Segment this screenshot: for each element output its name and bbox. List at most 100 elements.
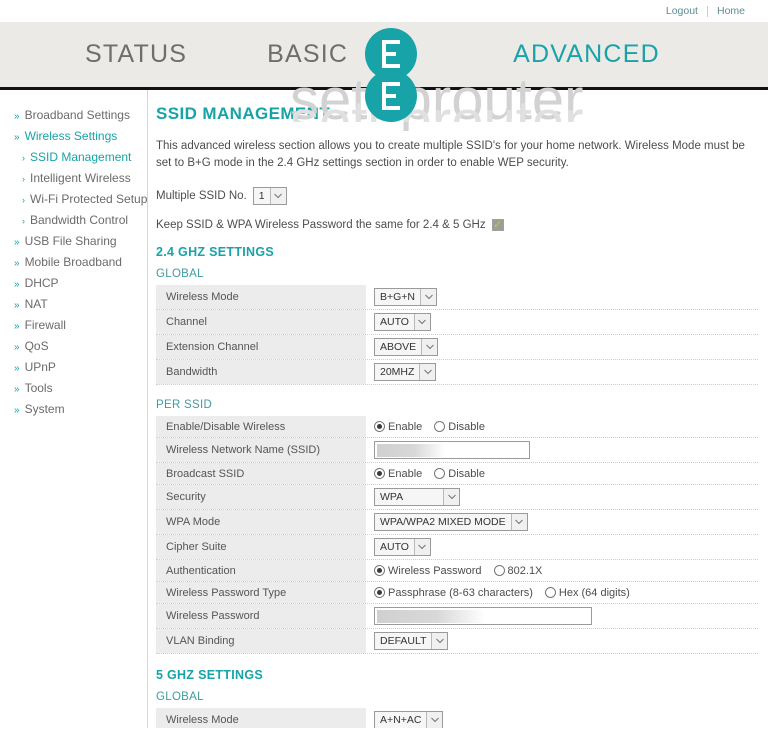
- sidebar-item-upnp[interactable]: » UPnP: [0, 356, 147, 377]
- option-label: Enable: [388, 467, 423, 480]
- multiple-ssid-select[interactable]: 1: [252, 187, 287, 206]
- authentication-option-wireless-password[interactable]: Wireless Password: [374, 565, 482, 577]
- channel-24-select[interactable]: AUTO: [374, 313, 431, 332]
- tab-basic[interactable]: BASIC: [267, 40, 348, 69]
- chevron-down-icon: [421, 339, 438, 356]
- sidebar-item-label: Intelligent Wireless: [30, 170, 131, 185]
- chevron-down-icon: [413, 539, 430, 556]
- row-label: Broadcast SSID: [156, 463, 366, 485]
- extension-channel-select[interactable]: ABOVE: [374, 338, 439, 357]
- sidebar-item-usb-file-sharing[interactable]: » USB File Sharing: [0, 230, 147, 251]
- redacted-value: [377, 444, 445, 458]
- bandwidth-value: 20MHZ: [375, 364, 420, 381]
- enable-wireless-option-enable[interactable]: Enable: [374, 421, 422, 433]
- password-type-option-hex[interactable]: Hex (64 digits): [544, 587, 630, 599]
- bandwidth-select[interactable]: 20MHZ: [374, 363, 437, 382]
- bullet-icon: »: [14, 299, 20, 311]
- table-row: Wireless Password: [156, 604, 758, 630]
- option-label: 802.1X: [507, 564, 543, 577]
- row-value: AUTO: [366, 535, 758, 559]
- table-row: Extension Channel ABOVE: [156, 335, 758, 361]
- bullet-icon: »: [14, 383, 20, 395]
- sidebar-item-intelligent-wireless[interactable]: › Intelligent Wireless: [0, 167, 147, 188]
- sidebar-item-label: Wireless Settings: [24, 128, 118, 143]
- wireless-password-input[interactable]: [374, 607, 592, 626]
- chevron-down-icon: [431, 633, 448, 650]
- sidebar-item-bandwidth-control[interactable]: › Bandwidth Control: [0, 209, 147, 230]
- tab-status[interactable]: STATUS: [85, 40, 187, 69]
- wpa-mode-value: WPA/WPA2 MIXED MODE: [375, 514, 511, 531]
- bullet-icon: »: [14, 131, 20, 143]
- vlan-binding-select[interactable]: DEFAULT: [374, 632, 449, 651]
- logout-link[interactable]: Logout: [657, 5, 707, 17]
- channel-24-value: AUTO: [375, 314, 414, 331]
- cipher-suite-select[interactable]: AUTO: [374, 538, 431, 557]
- row-value: Enable Disable: [366, 465, 758, 483]
- chevron-down-icon: [413, 314, 430, 331]
- sidebar-item-tools[interactable]: » Tools: [0, 377, 147, 398]
- top-utility-bar: Logout Home: [0, 0, 768, 22]
- sidebar-item-wireless-settings[interactable]: » Wireless Settings: [0, 125, 147, 146]
- sidebar-item-mobile-broadband[interactable]: » Mobile Broadband: [0, 251, 147, 272]
- sidebar-item-ssid-management[interactable]: › SSID Management: [0, 146, 147, 167]
- radio-icon: [374, 565, 385, 577]
- sidebar-item-label: Firewall: [24, 317, 66, 332]
- bullet-icon: »: [14, 320, 20, 332]
- bullet-icon: ›: [22, 152, 25, 163]
- row-value: WPA/WPA2 MIXED MODE: [366, 510, 758, 534]
- password-type-radio-group: Passphrase (8-63 characters) Hex (64 dig…: [374, 587, 642, 599]
- sidebar-item-nat[interactable]: » NAT: [0, 293, 147, 314]
- bullet-icon: »: [14, 278, 20, 290]
- keep-same-row: Keep SSID & WPA Wireless Password the sa…: [156, 218, 768, 232]
- authentication-radio-group: Wireless Password 802.1X: [374, 565, 554, 577]
- ssid-name-input[interactable]: [374, 441, 530, 460]
- enable-wireless-option-disable[interactable]: Disable: [434, 421, 485, 433]
- table-row: VLAN Binding DEFAULT: [156, 629, 758, 655]
- tab-advanced[interactable]: ADVANCED: [513, 40, 660, 69]
- sidebar-item-dhcp[interactable]: » DHCP: [0, 272, 147, 293]
- chevron-down-icon: [510, 514, 527, 531]
- sidebar-item-firewall[interactable]: » Firewall: [0, 314, 147, 335]
- bullet-icon: »: [14, 341, 20, 353]
- broadcast-ssid-option-disable[interactable]: Disable: [434, 468, 485, 480]
- security-select[interactable]: WPA: [374, 488, 460, 507]
- radio-icon: [374, 421, 385, 433]
- wireless-mode-5-select[interactable]: A+N+AC: [374, 711, 444, 728]
- enable-wireless-radio-group: Enable Disable: [374, 421, 497, 433]
- check-icon: ✓: [492, 218, 503, 231]
- row-value: ABOVE: [366, 335, 758, 359]
- row-value: [366, 438, 758, 462]
- row-value: DEFAULT: [366, 629, 758, 653]
- row-value: [366, 604, 758, 628]
- sidebar-item-qos[interactable]: » QoS: [0, 335, 147, 356]
- sidebar-item-wifi-protected-setup[interactable]: › Wi-Fi Protected Setup: [0, 188, 147, 209]
- wpa-mode-select[interactable]: WPA/WPA2 MIXED MODE: [374, 513, 528, 532]
- sidebar-item-label: System: [24, 401, 65, 416]
- bullet-icon: »: [14, 257, 20, 269]
- sidebar-item-broadband-settings[interactable]: » Broadband Settings: [0, 104, 147, 125]
- broadcast-ssid-radio-group: Enable Disable: [374, 468, 497, 480]
- radio-icon: [493, 565, 505, 577]
- password-type-option-passphrase[interactable]: Passphrase (8-63 characters): [374, 587, 533, 599]
- settings-table-global-24: Wireless Mode B+G+N Channel AUTO Extensi…: [156, 285, 758, 386]
- settings-table-per-ssid: Enable/Disable Wireless Enable Disable W…: [156, 416, 758, 655]
- sidebar-item-label: UPnP: [24, 359, 56, 374]
- broadcast-ssid-option-enable[interactable]: Enable: [374, 468, 422, 480]
- row-value: 20MHZ: [366, 360, 758, 384]
- radio-icon: [434, 421, 446, 433]
- chevron-down-icon: [443, 489, 459, 506]
- subsection-title-global-5: GLOBAL: [156, 691, 204, 704]
- wireless-mode-24-select[interactable]: B+G+N: [374, 288, 438, 307]
- keep-same-label: Keep SSID & WPA Wireless Password the sa…: [156, 219, 486, 232]
- sidebar-item-label: USB File Sharing: [24, 233, 117, 248]
- authentication-option-8021x[interactable]: 802.1X: [493, 564, 543, 577]
- row-label: Authentication: [156, 560, 366, 582]
- sidebar-item-system[interactable]: » System: [0, 398, 147, 419]
- bullet-icon: »: [14, 110, 20, 122]
- keep-same-checkbox[interactable]: ✓: [491, 218, 504, 232]
- ee-logo[interactable]: [358, 28, 424, 122]
- home-link[interactable]: Home: [708, 5, 754, 17]
- main-content: SSID MANAGEMENT This advanced wireless s…: [148, 90, 768, 728]
- table-row: Bandwidth 20MHZ: [156, 360, 758, 386]
- option-label: Passphrase (8-63 characters): [388, 586, 533, 599]
